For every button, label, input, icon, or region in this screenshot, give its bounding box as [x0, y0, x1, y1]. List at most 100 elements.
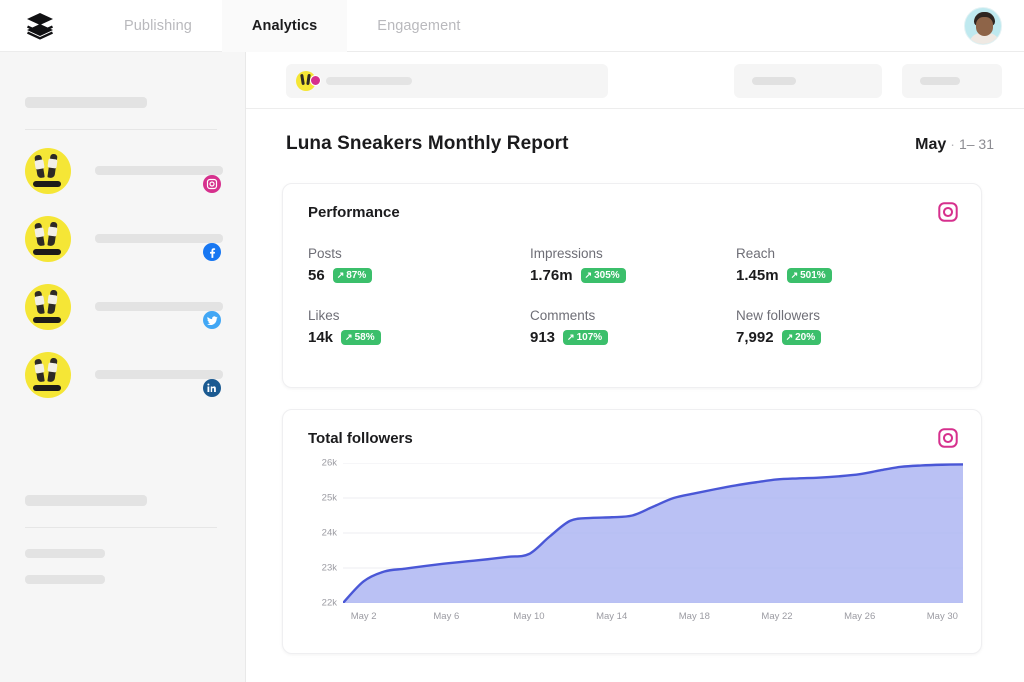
tab-engagement-label: Engagement: [377, 17, 461, 34]
status-badge: ↗ 305%: [580, 268, 626, 283]
instagram-icon: [310, 75, 321, 86]
metric-label: Posts: [308, 246, 342, 261]
account-name-placeholder: [95, 166, 223, 175]
chart-x-tick-label: May 6: [433, 611, 460, 622]
export-label-placeholder: [920, 77, 960, 85]
tab-publishing[interactable]: Publishing: [94, 0, 222, 52]
metric-label: New followers: [736, 308, 821, 323]
metric-value: 14k: [308, 329, 334, 346]
chart-plot-area: [341, 462, 965, 605]
sidebar-section-placeholder: [25, 495, 147, 506]
account-name-placeholder: [95, 370, 223, 379]
chart-y-tick-label: 24k: [321, 527, 337, 539]
metric-value: 1.45m: [736, 267, 779, 284]
report-separator: ·: [950, 136, 955, 152]
chart-y-axis: 22k 23k 24k 25k 26k: [305, 458, 337, 609]
chart-x-axis: May 2 May 6 May 10 May 14 May 18 May 22 May 26…: [343, 611, 963, 627]
account-avatar: [25, 148, 71, 194]
sidebar-account-linkedin[interactable]: [25, 352, 223, 399]
instagram-icon: [937, 427, 959, 454]
report-month: May: [915, 136, 947, 153]
metric-comments: Comments 913 ↗ 107%: [530, 308, 736, 346]
metric-label: Comments: [530, 308, 596, 323]
chart-area-fill: [343, 464, 963, 603]
metric-delta: 305%: [594, 269, 620, 281]
metric-reach: Reach 1.45m ↗ 501%: [736, 246, 958, 284]
account-name-placeholder: [95, 234, 223, 243]
date-range-button[interactable]: [734, 64, 882, 98]
performance-card: Performance Posts 56 ↗ 87% Impressions 1…: [282, 183, 982, 388]
buffer-logo-icon[interactable]: [14, 12, 66, 40]
user-avatar-button[interactable]: [964, 7, 1002, 45]
tab-analytics[interactable]: Analytics: [221, 0, 348, 52]
trend-up-icon: ↗: [790, 270, 799, 280]
trend-up-icon: ↗: [584, 270, 593, 280]
performance-metrics: Posts 56 ↗87% Impressions 1.76m ↗305%: [308, 246, 958, 346]
chart-x-tick-label: May 30: [926, 611, 958, 622]
facebook-icon: [201, 241, 223, 263]
chart-x-tick-label: May 14: [596, 611, 628, 622]
tab-engagement[interactable]: Engagement: [347, 0, 490, 52]
export-button[interactable]: [902, 64, 1002, 98]
trend-up-icon: ↗: [336, 270, 345, 280]
report-date-range: May · 1– 31: [915, 136, 994, 154]
instagram-icon: [201, 173, 223, 195]
sidebar: [0, 52, 246, 682]
metric-delta: 20%: [795, 331, 816, 343]
account-selector[interactable]: [286, 64, 608, 98]
report-header: Luna Sneakers Monthly Report May · 1– 31: [246, 109, 1024, 175]
metric-value: 56: [308, 267, 325, 284]
analytics-app-window: Publishing Analytics Engagement Luna Sne…: [0, 0, 1024, 682]
metric-new-followers: New followers 7,992 ↗ 20%: [736, 308, 958, 346]
sidebar-divider: [25, 129, 217, 130]
sidebar-account-twitter[interactable]: [25, 284, 223, 331]
metric-delta: 87%: [346, 269, 367, 281]
followers-chart: 22k 23k 24k 25k 26k May 2 May 6 May 10 May 14 Ma…: [305, 458, 965, 638]
metric-label: Likes: [308, 308, 340, 323]
content-toolbar: [246, 52, 1024, 109]
total-followers-card: Total followers 22k 23k 24k 25k 26k May 2 May…: [282, 409, 982, 654]
top-navigation-bar: Publishing Analytics Engagement: [0, 0, 1024, 52]
account-selector-placeholder: [326, 77, 412, 85]
avatar-face: [976, 17, 993, 36]
chart-y-tick-label: 25k: [321, 492, 337, 504]
metric-likes: Likes 14k ↗ 58%: [308, 308, 530, 346]
sidebar-account-instagram[interactable]: [25, 148, 223, 195]
performance-card-title: Performance: [308, 204, 400, 221]
metric-delta: 501%: [800, 269, 826, 281]
chart-x-tick-label: May 26: [844, 611, 876, 622]
chart-x-tick-label: May 10: [513, 611, 545, 622]
metric-value: 1.76m: [530, 267, 573, 284]
sidebar-account-facebook[interactable]: [25, 216, 223, 263]
metric-delta: 58%: [354, 331, 375, 343]
main-content: Luna Sneakers Monthly Report May · 1– 31 P…: [246, 52, 1024, 682]
metric-label: Impressions: [530, 246, 603, 261]
linkedin-icon: [201, 377, 223, 399]
sidebar-divider-2: [25, 527, 217, 528]
metric-label: Reach: [736, 246, 776, 261]
account-name-placeholder: [95, 302, 223, 311]
chart-x-tick-label: May 18: [678, 611, 710, 622]
chart-y-tick-label: 22k: [321, 597, 337, 609]
account-avatar: [25, 216, 71, 262]
tab-analytics-label: Analytics: [251, 17, 318, 34]
sidebar-item-placeholder-1[interactable]: [25, 549, 105, 558]
metric-value: 913: [530, 329, 556, 346]
metric-delta: 107%: [576, 331, 603, 343]
chart-x-tick-label: May 22: [761, 611, 793, 622]
account-avatar: [25, 352, 71, 398]
account-avatar: [25, 284, 71, 330]
date-range-label-placeholder: [752, 77, 796, 85]
status-badge: ↗ 107%: [563, 330, 609, 345]
chart-y-tick-label: 26k: [321, 457, 337, 469]
instagram-icon: [937, 201, 959, 228]
twitter-icon: [201, 309, 223, 331]
sidebar-item-placeholder-2[interactable]: [25, 575, 105, 584]
chart-svg: [341, 462, 965, 605]
sidebar-heading-placeholder: [25, 97, 147, 108]
metric-value: 7,992: [736, 329, 774, 346]
avatar: [964, 7, 1002, 45]
main-tabs: Publishing Analytics Engagement: [94, 0, 491, 52]
status-badge: ↗ 58%: [341, 330, 381, 345]
tab-publishing-label: Publishing: [124, 17, 192, 34]
